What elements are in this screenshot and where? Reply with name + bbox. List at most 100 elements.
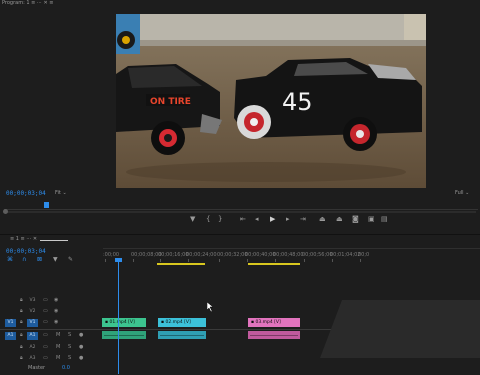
- audio-clip[interactable]: [158, 331, 206, 339]
- ruler-label: 00;00;16;00: [158, 252, 189, 258]
- step-forward-button[interactable]: ▸: [286, 216, 290, 223]
- add-marker-icon[interactable]: ▼: [53, 257, 58, 263]
- sync-lock-icon[interactable]: ▭: [43, 333, 48, 338]
- clip-name: 02.mp4 [V]: [165, 320, 191, 325]
- ruler-tick: [219, 259, 220, 262]
- ruler-tick: [188, 259, 189, 262]
- add-marker-button[interactable]: ▼: [190, 216, 195, 223]
- sync-lock-icon[interactable]: ▭: [43, 320, 48, 325]
- work-area-bar[interactable]: [248, 263, 300, 265]
- sync-lock-icon[interactable]: ▭: [43, 309, 48, 314]
- demolition-derby-scene: ON TIRE 45: [116, 14, 426, 188]
- program-timecode[interactable]: 00;00;03;04: [6, 190, 46, 197]
- track-target-a2[interactable]: A2: [27, 344, 38, 352]
- comparison-view-button[interactable]: ▣: [368, 216, 375, 223]
- monitor-zoom-scrollbar[interactable]: [4, 211, 476, 213]
- eye-icon[interactable]: ◉: [54, 298, 58, 303]
- microphone-icon[interactable]: ●: [79, 356, 83, 361]
- track-target-v2[interactable]: V2: [27, 308, 38, 316]
- microphone-icon[interactable]: ●: [79, 345, 83, 350]
- track-header-a2[interactable]: 🔒︎ A2 ▭ M S ●: [0, 343, 103, 354]
- wrench-icon[interactable]: ✎: [68, 257, 73, 263]
- timeline-playhead[interactable]: [118, 259, 119, 374]
- solo-icon[interactable]: S: [68, 345, 71, 350]
- microphone-icon[interactable]: ●: [79, 333, 83, 338]
- snap-magnet-icon[interactable]: ∩: [22, 257, 26, 263]
- nest-toggle-icon[interactable]: ⌘: [7, 257, 13, 263]
- zoom-level-select[interactable]: Fit ⌄: [55, 191, 67, 196]
- playhead-handle[interactable]: [115, 258, 122, 262]
- timeline-ruler[interactable]: [103, 237, 480, 249]
- go-to-out-button[interactable]: ⇥: [300, 216, 306, 223]
- track-target-a1[interactable]: A1: [27, 332, 38, 340]
- source-patch-a1[interactable]: A1: [5, 332, 16, 340]
- master-volume-value[interactable]: 0.0: [62, 366, 70, 371]
- resolution-value: Full: [455, 190, 464, 196]
- linked-selection-icon[interactable]: ⊠: [37, 257, 42, 263]
- eye-icon[interactable]: ◉: [54, 320, 58, 325]
- video-clip[interactable]: ▪ 02.mp4 [V]: [158, 318, 206, 327]
- monitor-playhead[interactable]: [44, 202, 49, 208]
- monitor-time-ruler[interactable]: [4, 201, 478, 210]
- mark-out-button[interactable]: }: [218, 216, 222, 223]
- program-monitor-tab[interactable]: Program: 1 ≡ ⋯ ✕ ≡: [2, 1, 53, 6]
- video-clip[interactable]: ▪ 03.mp4 [V]: [248, 318, 300, 327]
- lock-icon[interactable]: 🔒︎: [20, 345, 23, 350]
- video-clip[interactable]: ▪ 01.mp4 [V]: [102, 318, 146, 327]
- lock-icon[interactable]: 🔒︎: [20, 356, 23, 361]
- sync-lock-icon[interactable]: ▭: [43, 298, 48, 303]
- step-back-button[interactable]: ◂: [255, 216, 259, 223]
- mute-icon[interactable]: M: [56, 356, 60, 361]
- ruler-label: 00;00;24;00: [186, 252, 217, 258]
- sync-lock-icon[interactable]: ▭: [43, 356, 48, 361]
- track-header-v2[interactable]: 🔒︎ V2 ▭ ◉: [0, 307, 103, 318]
- export-frame-button[interactable]: ◙: [352, 216, 359, 223]
- timeline-timecode[interactable]: 00;00;03;04: [6, 248, 46, 255]
- track-target-v3[interactable]: V3: [27, 297, 38, 305]
- mouse-cursor-icon: [207, 302, 214, 312]
- extract-button[interactable]: ⏏: [336, 216, 343, 223]
- chevron-down-icon: ⌄: [60, 190, 67, 196]
- work-area-bar[interactable]: [157, 263, 205, 265]
- resolution-select[interactable]: Full ⌄: [455, 191, 469, 196]
- eye-icon[interactable]: ◉: [54, 309, 58, 314]
- track-target-a3[interactable]: A3: [27, 355, 38, 363]
- svg-text:ON TIRE: ON TIRE: [150, 97, 191, 107]
- lock-icon[interactable]: 🔒︎: [20, 309, 23, 314]
- zoom-handle[interactable]: [3, 209, 8, 214]
- sync-lock-icon[interactable]: ▭: [43, 345, 48, 350]
- solo-icon[interactable]: S: [68, 333, 71, 338]
- track-header-a1[interactable]: A1 🔒︎ A1 ▭ M S ●: [0, 331, 103, 342]
- source-patch-v1[interactable]: V1: [5, 319, 16, 327]
- lock-icon[interactable]: 🔒︎: [20, 298, 23, 303]
- sequence-tab-label: 1 ≡ ⋯ ✕: [15, 236, 38, 242]
- ruler-label: 00;00;56;00: [302, 252, 333, 258]
- active-tab-indicator: [40, 240, 68, 241]
- ruler-tick: [332, 259, 333, 262]
- ruler-label: 00;00;40;00: [245, 252, 276, 258]
- settings-button[interactable]: ▤: [381, 216, 388, 223]
- track-target-v1[interactable]: V1: [27, 319, 38, 327]
- go-to-in-button[interactable]: ⇤: [240, 216, 246, 223]
- svg-text:45: 45: [282, 88, 313, 116]
- play-button[interactable]: ▶: [270, 216, 275, 223]
- track-header-v1[interactable]: V1 🔒︎ V1 ▭ ◉: [0, 318, 103, 329]
- track-header-v3[interactable]: 🔒︎ V3 ▭ ◉: [0, 296, 103, 307]
- mark-in-button[interactable]: {: [206, 216, 210, 223]
- ruler-label: 00;01;04;02: [330, 252, 361, 258]
- program-video-frame[interactable]: ON TIRE 45: [116, 14, 426, 188]
- ruler-label: 00;00;32;00: [217, 252, 248, 258]
- solo-icon[interactable]: S: [68, 356, 71, 361]
- mute-icon[interactable]: M: [56, 345, 60, 350]
- mute-icon[interactable]: M: [56, 333, 60, 338]
- lock-icon[interactable]: 🔒︎: [20, 333, 23, 338]
- audio-clip[interactable]: [102, 331, 146, 339]
- ruler-label: 00;00;08;00: [131, 252, 162, 258]
- lock-icon[interactable]: 🔒︎: [20, 320, 23, 325]
- ruler-tick: [360, 259, 361, 262]
- ruler-label: 00;00;48;00: [273, 252, 304, 258]
- lift-button[interactable]: ⏏: [319, 216, 326, 223]
- audio-clip[interactable]: [248, 331, 300, 339]
- track-header-a3[interactable]: 🔒︎ A3 ▭ M S ●: [0, 354, 103, 365]
- sequence-tab[interactable]: ≡ 1 ≡ ⋯ ✕: [10, 237, 37, 242]
